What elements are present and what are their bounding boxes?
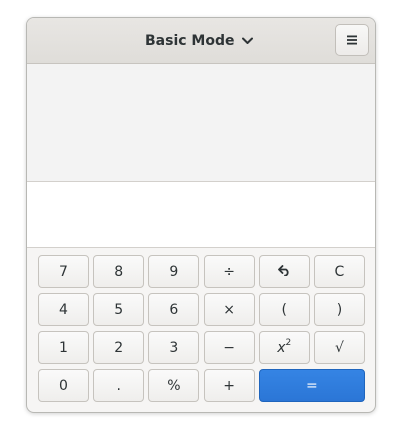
- key-1[interactable]: 1: [38, 331, 89, 364]
- key-plus[interactable]: +: [203, 369, 255, 402]
- key-square[interactable]: x2: [258, 331, 310, 364]
- key-clear[interactable]: C: [313, 255, 365, 288]
- mode-label: Basic Mode: [145, 33, 235, 49]
- key-undo[interactable]: [258, 255, 310, 288]
- key-decimal-point[interactable]: .: [93, 369, 145, 402]
- equation-entry[interactable]: [27, 182, 375, 248]
- keypad: 7 8 9 ÷ C 4 5 6 × ( ) 1 2 3 − x2 √ 0 . %: [38, 255, 365, 403]
- key-close-paren[interactable]: ): [313, 293, 365, 326]
- key-8[interactable]: 8: [93, 255, 145, 288]
- mode-selector[interactable]: Basic Mode: [145, 29, 253, 53]
- key-divide[interactable]: ÷: [203, 255, 255, 288]
- undo-icon: [277, 264, 291, 280]
- key-5[interactable]: 5: [93, 293, 145, 326]
- key-square-exponent: 2: [285, 337, 292, 348]
- hamburger-menu-icon: [346, 31, 358, 50]
- key-7[interactable]: 7: [38, 255, 89, 288]
- key-percent[interactable]: %: [148, 369, 200, 402]
- key-4[interactable]: 4: [38, 293, 89, 326]
- key-6[interactable]: 6: [148, 293, 200, 326]
- key-0[interactable]: 0: [38, 369, 89, 402]
- key-multiply[interactable]: ×: [203, 293, 255, 326]
- key-square-base: x: [277, 339, 286, 356]
- menu-button[interactable]: [335, 24, 369, 56]
- key-9[interactable]: 9: [148, 255, 200, 288]
- chevron-down-icon: [241, 37, 253, 45]
- key-sqrt[interactable]: √: [313, 331, 365, 364]
- history-view: [27, 64, 375, 182]
- calculator-window: Basic Mode 7 8 9 ÷ C 4 5 6 × () 1 2 3 −…: [26, 17, 376, 413]
- header-bar: Basic Mode: [27, 18, 375, 64]
- key-equals[interactable]: =: [258, 369, 365, 402]
- key-2[interactable]: 2: [93, 331, 145, 364]
- key-3[interactable]: 3: [148, 331, 200, 364]
- key-open-paren[interactable]: (: [258, 293, 310, 326]
- key-minus[interactable]: −: [203, 331, 255, 364]
